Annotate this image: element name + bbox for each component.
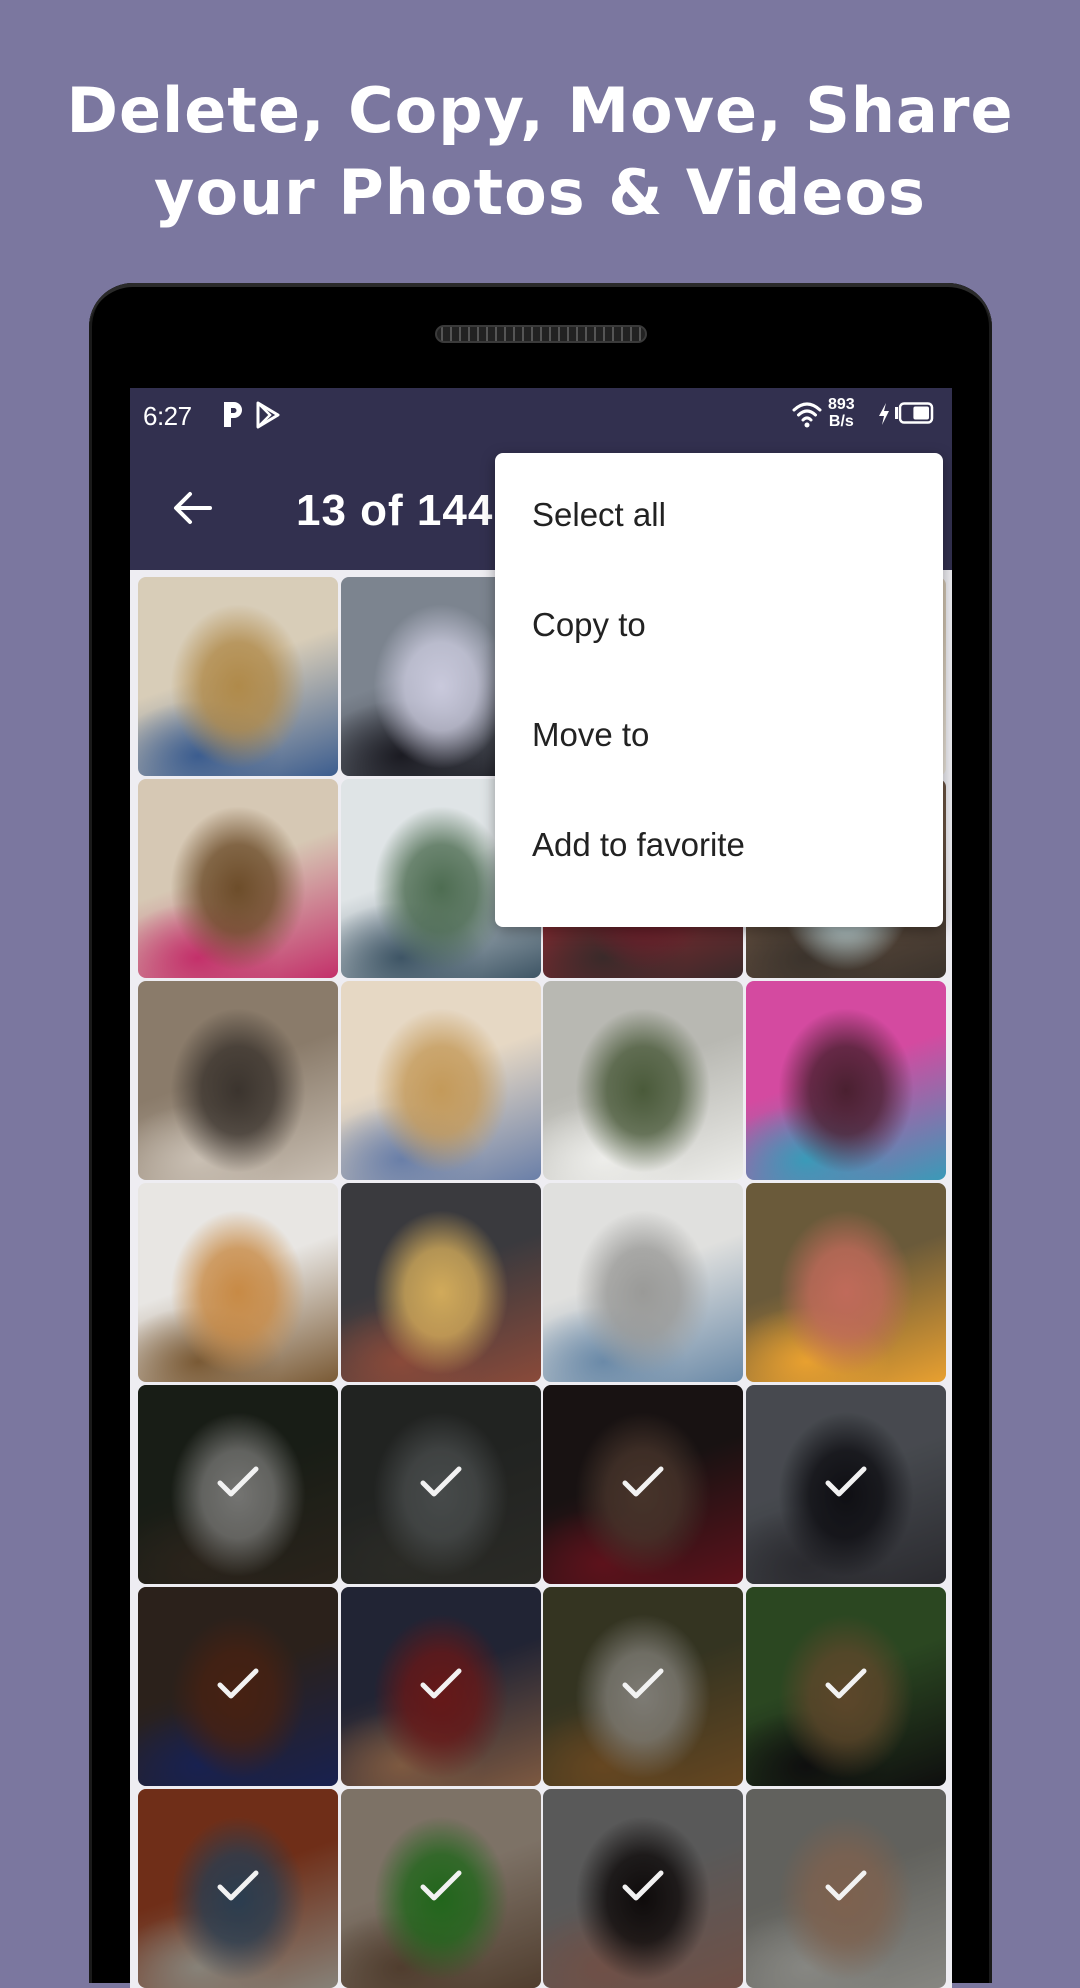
photo-tile-selected[interactable] bbox=[543, 1385, 744, 1584]
status-bar: 6:27 893 B/s bbox=[130, 388, 952, 452]
menu-item-move-to[interactable]: Move to bbox=[495, 680, 943, 790]
phone-screen: 6:27 893 B/s 13 of 144 Select all Copy t… bbox=[130, 388, 952, 1988]
arrow-left-icon[interactable] bbox=[172, 490, 214, 526]
photo-tile[interactable] bbox=[543, 1183, 744, 1382]
battery-icon bbox=[895, 402, 934, 424]
photo-tile-selected[interactable] bbox=[746, 1587, 947, 1786]
checkmark-icon bbox=[622, 1870, 664, 1901]
battery-level-fill bbox=[913, 406, 929, 420]
photo-tile-selected[interactable] bbox=[543, 1789, 744, 1988]
photo-tile[interactable] bbox=[138, 1183, 338, 1382]
photo-tile-selected[interactable] bbox=[340, 1587, 541, 1786]
p-app-icon bbox=[224, 402, 242, 427]
network-speed-unit: B/s bbox=[828, 413, 854, 430]
checkmark-icon bbox=[420, 1466, 462, 1497]
photo-tile[interactable] bbox=[543, 981, 744, 1180]
photo-tile[interactable] bbox=[746, 1183, 947, 1382]
photo-tile-selected[interactable] bbox=[138, 1385, 338, 1584]
photo-tile-selected[interactable] bbox=[340, 1789, 541, 1988]
photo-tile[interactable] bbox=[340, 981, 541, 1180]
photo-tile-selected[interactable] bbox=[138, 1587, 338, 1786]
photo-tile[interactable] bbox=[746, 981, 947, 1180]
menu-item-select-all[interactable]: Select all bbox=[495, 460, 943, 570]
checkmark-icon bbox=[420, 1870, 462, 1901]
selection-count-title: 13 of 144 bbox=[296, 486, 494, 535]
checkmark-icon bbox=[825, 1870, 867, 1901]
photo-tile-selected[interactable] bbox=[340, 1385, 541, 1584]
charging-bolt-icon bbox=[879, 403, 889, 425]
status-time: 6:27 bbox=[143, 401, 192, 431]
menu-item-label: Copy to bbox=[532, 606, 646, 643]
photo-tile-selected[interactable] bbox=[543, 1587, 744, 1786]
checkmark-icon bbox=[622, 1466, 664, 1497]
checkmark-icon bbox=[622, 1668, 664, 1699]
promo-headline-line2: your Photos & Videos bbox=[154, 156, 926, 229]
menu-item-label: Select all bbox=[532, 496, 666, 533]
menu-item-copy-to[interactable]: Copy to bbox=[495, 570, 943, 680]
play-store-icon bbox=[256, 401, 280, 429]
network-speed-value: 893 bbox=[828, 396, 855, 413]
checkmark-icon bbox=[825, 1668, 867, 1699]
checkmark-icon bbox=[217, 1466, 259, 1497]
promo-headline-line1: Delete, Copy, Move, Share bbox=[66, 74, 1014, 147]
network-speed: 893 B/s bbox=[828, 396, 855, 430]
promo-headline: Delete, Copy, Move, Share your Photos & … bbox=[0, 70, 1080, 234]
photo-tile[interactable] bbox=[138, 577, 338, 776]
checkmark-icon bbox=[825, 1466, 867, 1497]
photo-tile-selected[interactable] bbox=[138, 1789, 338, 1988]
photo-tile[interactable] bbox=[138, 981, 338, 1180]
photo-tile-selected[interactable] bbox=[746, 1385, 947, 1584]
phone-frame: 6:27 893 B/s 13 of 144 Select all Copy t… bbox=[89, 283, 992, 1988]
photo-tile[interactable] bbox=[340, 1183, 541, 1382]
checkmark-icon bbox=[217, 1668, 259, 1699]
checkmark-icon bbox=[217, 1870, 259, 1901]
wifi-icon bbox=[792, 402, 822, 428]
checkmark-icon bbox=[420, 1668, 462, 1699]
speaker-grille bbox=[435, 325, 647, 343]
photo-tile[interactable] bbox=[138, 779, 338, 978]
menu-item-label: Add to favorite bbox=[532, 826, 745, 863]
menu-item-label: Move to bbox=[532, 716, 650, 753]
menu-item-add-to-favorite[interactable]: Add to favorite bbox=[495, 790, 943, 900]
overflow-menu: Select all Copy to Move to Add to favori… bbox=[495, 453, 943, 927]
photo-tile-selected[interactable] bbox=[746, 1789, 947, 1988]
